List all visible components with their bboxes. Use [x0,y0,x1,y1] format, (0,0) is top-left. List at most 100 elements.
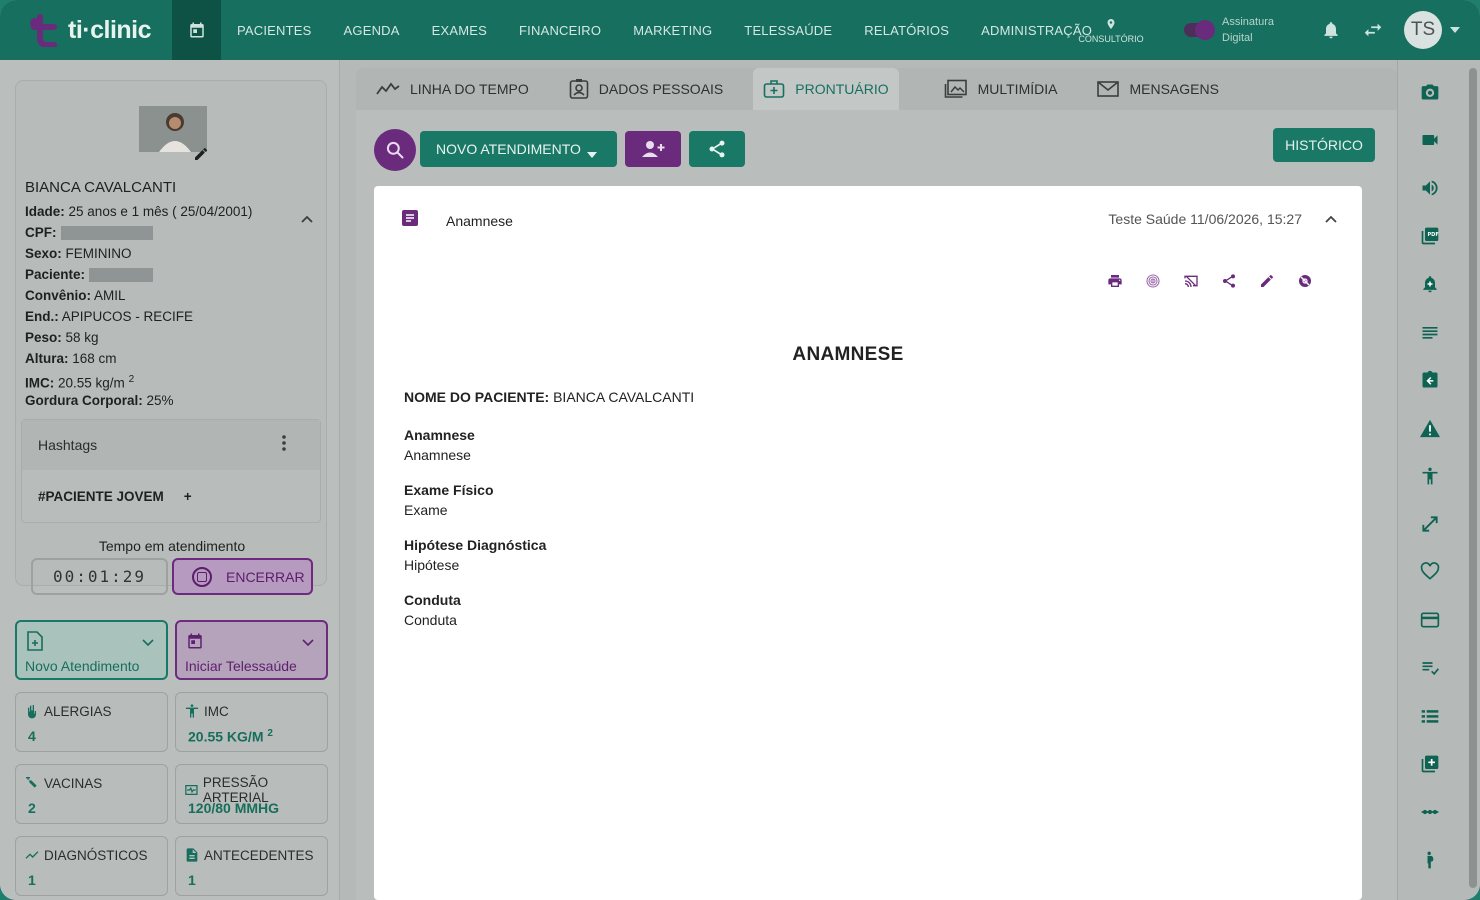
location-selector[interactable]: CONSULTÓRIO [1076,17,1146,44]
expand-icon[interactable] [1418,512,1442,536]
tab-timeline[interactable]: LINHA DO TEMPO [376,68,529,110]
tab-messages[interactable]: MENSAGENS [1097,68,1219,110]
menu-marketing[interactable]: MARKETING [633,23,712,38]
user-menu-caret[interactable] [1450,27,1480,33]
camera-icon[interactable] [1418,80,1442,104]
end-session-button[interactable]: ENCERRAR [172,558,313,595]
patient-field-weight: Peso: 58 kg [25,330,99,345]
cast-icon[interactable] [1182,272,1200,290]
menu-telessaude[interactable]: TELESSAÚDE [744,23,832,38]
swap-arrows-icon [1364,23,1382,37]
tab-personal-data[interactable]: DADOS PESSOAIS [569,68,723,110]
patient-field-body-fat: Gordura Corporal: 25% [25,393,174,408]
record-tabs: LINHA DO TEMPO DADOS PESSOAIS PRONTUÁRIO… [356,68,1397,110]
tab-medical-record[interactable]: PRONTUÁRIO [753,68,899,110]
medical-record-icon [763,80,785,98]
section-anamnese: Anamnese Anamnese [404,427,475,463]
document-icon [186,848,198,862]
hashtags-title: Hashtags [38,437,98,453]
dots-line-icon[interactable] [1418,800,1442,824]
person-add-icon [642,141,665,157]
pdf-icon[interactable]: PDF [1418,224,1442,248]
switch-account-button[interactable] [1352,0,1394,60]
collapse-patient-info-button[interactable] [300,211,314,229]
start-telehealth-tile[interactable]: Iniciar Telessaúde [175,620,328,680]
chevron-down-icon [302,634,314,652]
patient-field-id: Paciente: [25,264,315,285]
signature-switch[interactable] [1184,20,1216,40]
scrollbar-thumb[interactable] [1469,68,1477,888]
hashtags-panel: Hashtags #PACIENTE JOVEM + [21,419,321,523]
monitor-heart-icon [185,785,198,795]
clipboard-icon[interactable] [1418,368,1442,392]
user-avatar[interactable]: TS [1404,11,1442,49]
pregnant-icon[interactable] [1418,848,1442,872]
record-card-header[interactable]: Anamnese Teste Saúde 11/06/2026, 15:27 [374,186,1362,250]
mail-icon [1097,81,1120,97]
allergies-card[interactable]: ALERGIAS 4 [15,692,168,752]
calendar-event-icon [186,631,204,656]
add-person-button[interactable] [625,131,681,167]
share-icon [709,140,725,158]
patient-field-insurance: Convênio: AMIL [25,288,126,303]
edit-record-icon[interactable] [1258,272,1276,290]
menu-financeiro[interactable]: FINANCEIRO [519,23,601,38]
body-icon[interactable] [1418,464,1442,488]
note-icon [402,210,418,231]
audio-icon[interactable] [1418,176,1442,200]
print-icon[interactable] [1106,272,1124,290]
caret-down-icon [1450,27,1460,33]
menu-exames[interactable]: EXAMES [432,23,487,38]
main-menu: PACIENTES AGENDA EXAMES FINANCEIRO MARKE… [221,0,1124,60]
add-hashtag-button[interactable]: + [184,489,192,504]
patient-name: BIANCA CAVALCANTI [25,179,177,196]
checklist-icon[interactable] [1418,656,1442,680]
history-card[interactable]: ANTECEDENTES 1 [175,836,328,896]
menu-relatorios[interactable]: RELATÓRIOS [864,23,949,38]
diagnoses-card[interactable]: DIAGNÓSTICOS 1 [15,836,168,896]
patient-card: BIANCA CAVALCANTI Idade: 25 anos e 1 mês… [15,80,327,586]
blood-pressure-card[interactable]: PRESSÃO ARTERIAL 120/80 MMHG [175,764,328,824]
hashtag-chip[interactable]: #PACIENTE JOVEM [38,489,164,504]
warning-icon[interactable] [1418,416,1442,440]
notifications-button[interactable] [1310,0,1352,60]
hand-icon [28,704,36,719]
section-conduct: Conduta Conduta [404,592,461,628]
page-scrollbar[interactable] [1465,60,1480,900]
record-meta: Teste Saúde 11/06/2026, 15:27 [1108,211,1302,227]
hashtags-menu-button[interactable] [282,434,286,455]
video-icon[interactable] [1418,128,1442,152]
heart-icon[interactable] [1418,560,1442,584]
calendar-button[interactable] [172,0,221,60]
alarm-add-icon[interactable] [1418,272,1442,296]
menu-pacientes[interactable]: PACIENTES [237,23,312,38]
menu-agenda[interactable]: AGENDA [344,23,400,38]
list-icon[interactable] [1418,320,1442,344]
share-record-icon[interactable] [1220,272,1238,290]
hide-record-icon[interactable] [1296,272,1314,290]
digital-signature-toggle[interactable]: Assinatura Digital [1184,14,1274,46]
card-icon[interactable] [1418,608,1442,632]
top-navigation-bar: ti·clinic PACIENTES AGENDA EXAMES FINANC… [0,0,1480,60]
more-vertical-icon [282,435,286,451]
edit-photo-button[interactable] [193,146,209,167]
session-time-label: Tempo em atendimento [98,538,246,554]
list-bullet-icon[interactable] [1418,704,1442,728]
share-button[interactable] [689,131,745,167]
patient-sidebar: BIANCA CAVALCANTI Idade: 25 anos e 1 mês… [0,60,340,900]
brand-logo[interactable]: ti·clinic [0,0,172,60]
bmi-card[interactable]: IMC 20.55 KG/M 2 [175,692,328,752]
patient-field-cpf: CPF: [25,222,315,243]
search-button[interactable] [374,129,416,171]
vaccines-card[interactable]: VACINAS 2 [15,764,168,824]
new-visit-button[interactable]: NOVO ATENDIMENTO [420,131,617,167]
record-card: Anamnese Teste Saúde 11/06/2026, 15:27 A… [374,186,1362,900]
add-box-icon[interactable] [1418,752,1442,776]
fingerprint-icon[interactable] [1144,272,1162,290]
collapse-record-button[interactable] [1324,211,1338,229]
tab-multimedia[interactable]: MULTIMÍDIA [944,68,1057,110]
dropdown-caret-icon[interactable] [587,145,597,161]
history-button[interactable]: HISTÓRICO [1273,128,1375,162]
new-visit-tile[interactable]: Novo Atendimento [15,620,168,680]
chevron-down-icon [142,634,154,652]
